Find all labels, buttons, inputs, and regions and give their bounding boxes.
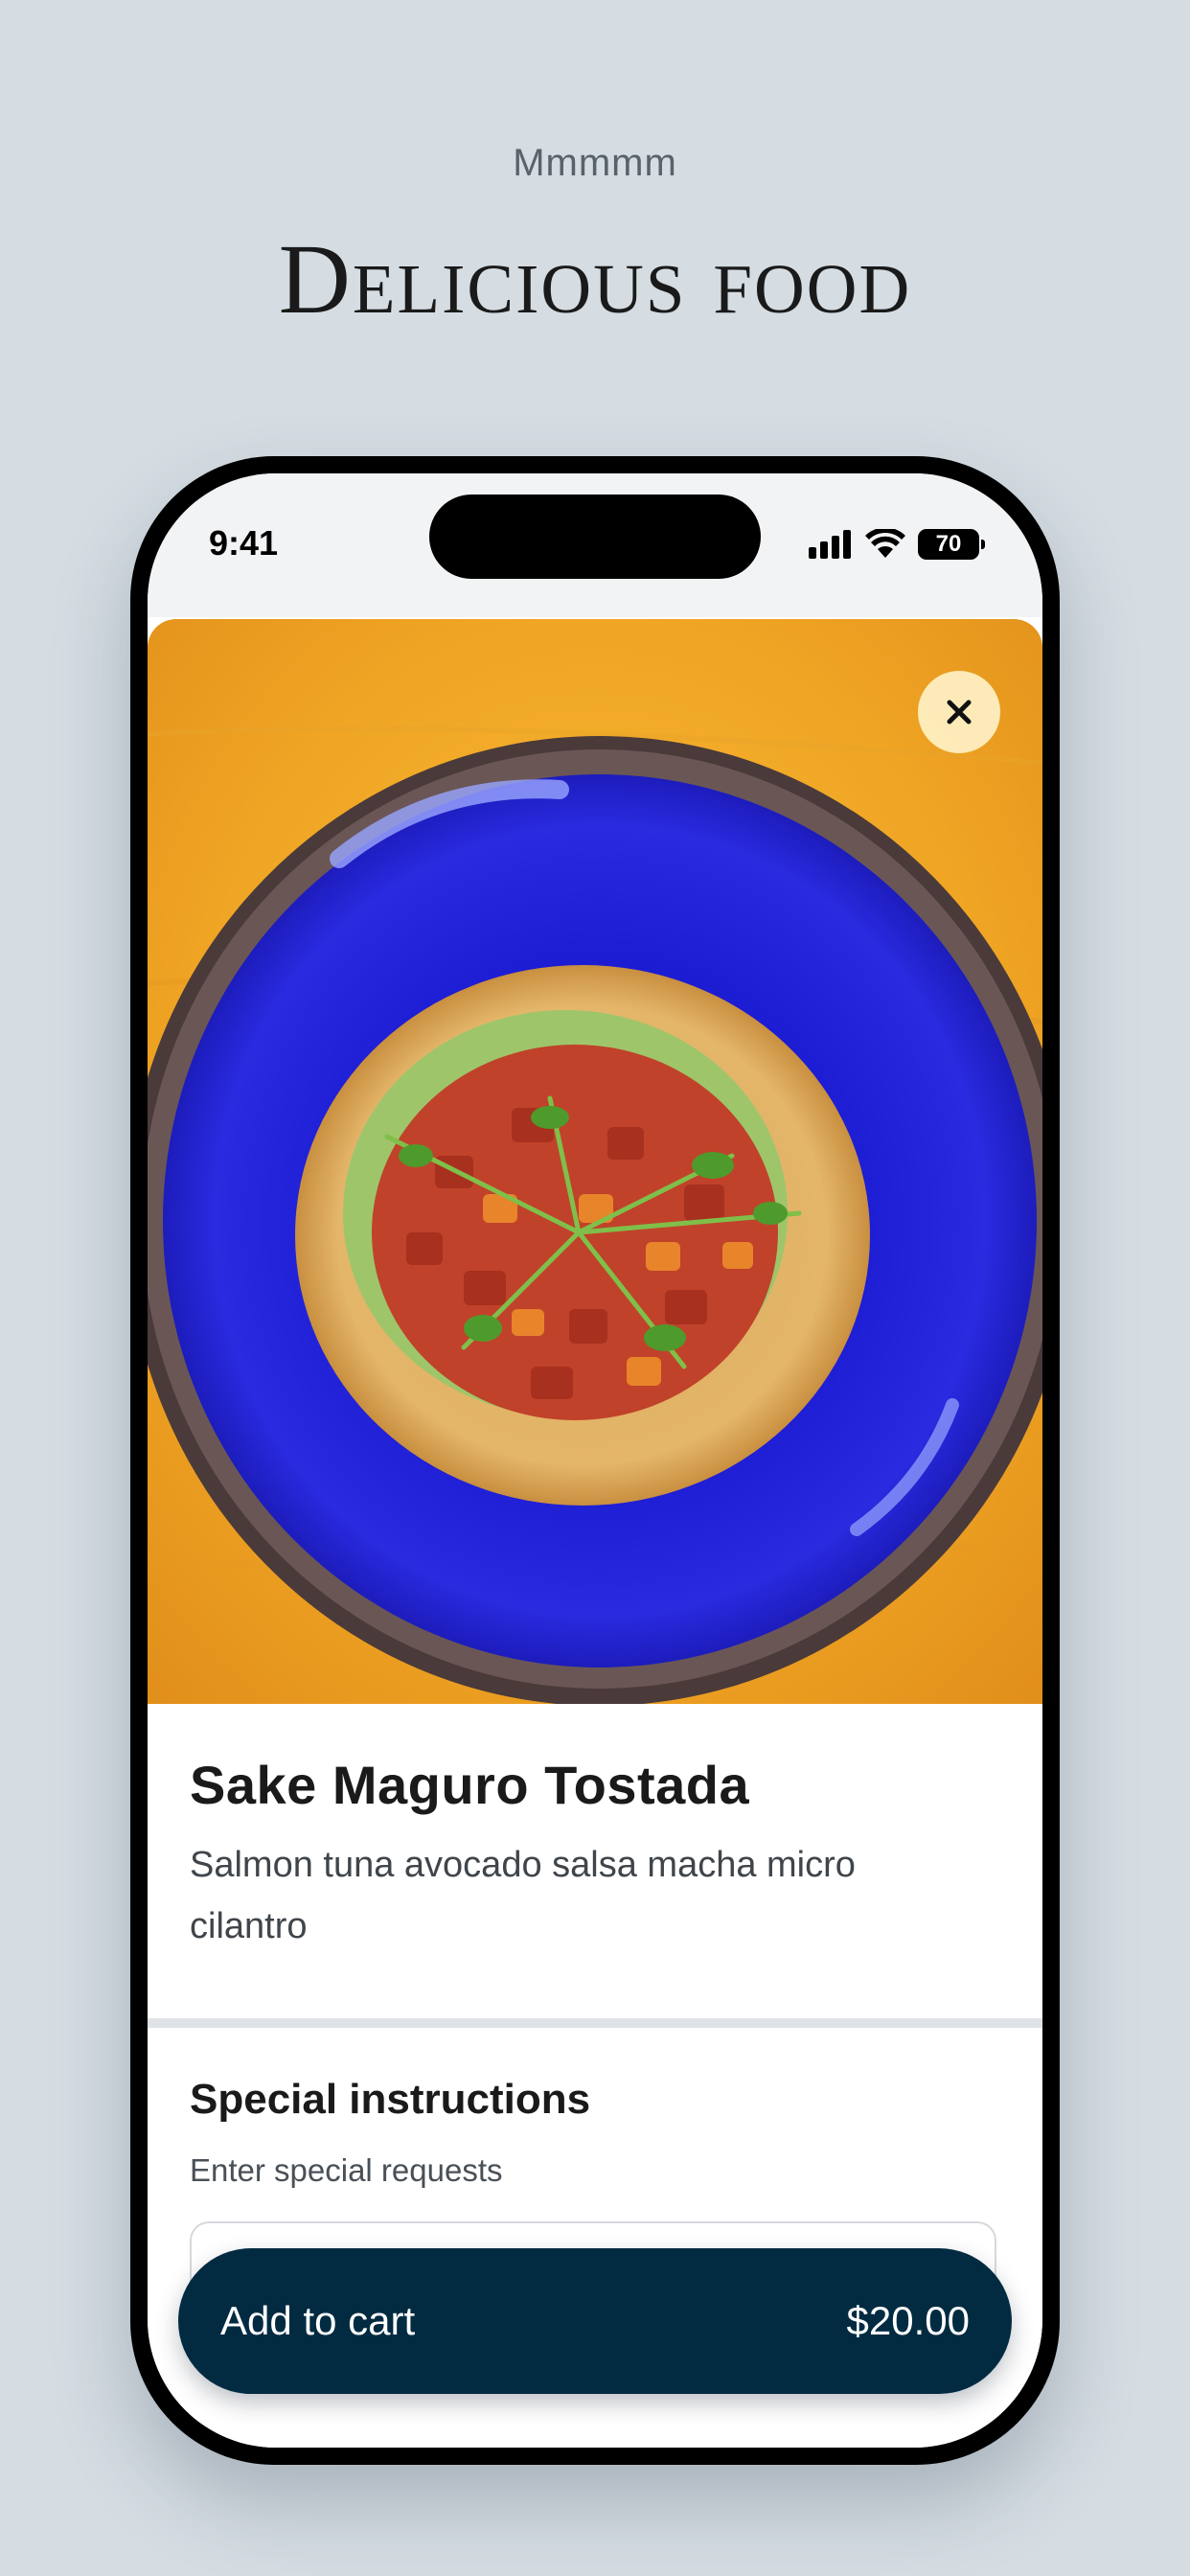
close-button[interactable] <box>918 671 1000 753</box>
phone-frame: 9:41 70 Sake Maguro Tostada Salmon tuna … <box>130 456 1060 2465</box>
item-title: Sake Maguro Tostada <box>190 1755 750 1815</box>
special-instructions-title: Special instructions <box>190 2076 591 2123</box>
dynamic-island <box>429 494 761 579</box>
phone-screen: 9:41 70 Sake Maguro Tostada Salmon tuna … <box>148 473 1042 2448</box>
add-to-cart-label: Add to cart <box>220 2298 416 2343</box>
page-headline: Delicious food <box>278 224 912 334</box>
status-bar: 9:41 70 <box>148 473 1042 617</box>
food-photo <box>148 619 1042 1704</box>
section-divider <box>148 2018 1042 2028</box>
special-instructions-subtitle: Enter special requests <box>190 2152 503 2188</box>
item-info: Sake Maguro Tostada Salmon tuna avocado … <box>148 1704 1042 2011</box>
eyebrow-text: Mmmmm <box>513 142 677 184</box>
signal-icon <box>809 530 851 559</box>
status-time: 9:41 <box>209 523 279 563</box>
item-description: Salmon tuna avocado salsa macha micro ci… <box>190 1845 856 1946</box>
add-to-cart-button[interactable]: Add to cart $20.00 <box>178 2248 1012 2394</box>
food-photo-graphic <box>148 619 1042 1704</box>
cart-price: $20.00 <box>846 2298 970 2343</box>
status-icons: 70 <box>809 529 985 560</box>
close-icon <box>947 700 972 724</box>
battery-icon: 70 <box>918 529 985 560</box>
wifi-icon <box>865 529 905 558</box>
